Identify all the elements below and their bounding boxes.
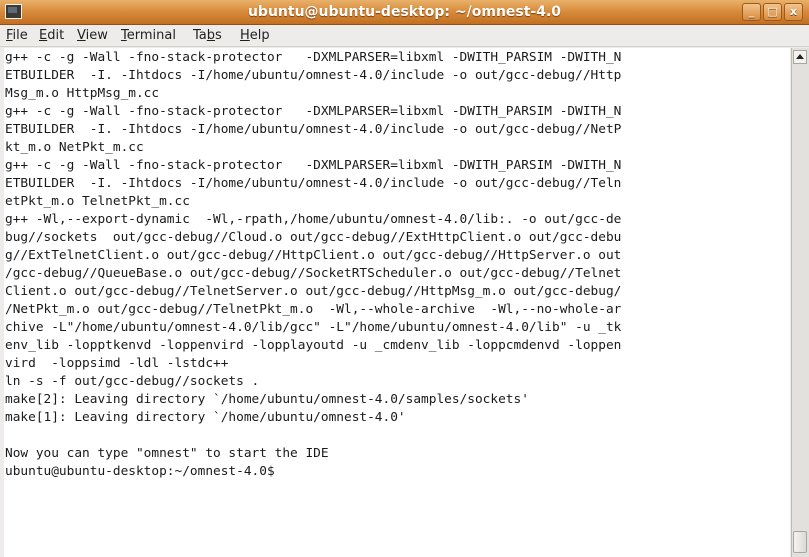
menu-file[interactable]: File bbox=[6, 28, 28, 43]
close-button[interactable]: x bbox=[784, 3, 803, 21]
menu-file-label: ile bbox=[12, 28, 28, 43]
menu-help-label: elp bbox=[249, 28, 270, 43]
menu-help[interactable]: Help bbox=[240, 28, 270, 43]
menu-tabs-label: s bbox=[215, 28, 222, 43]
menu-bar: File Edit View Terminal Tabs Help bbox=[0, 25, 809, 47]
menu-edit-mnemonic: E bbox=[39, 28, 48, 43]
menu-terminal[interactable]: Terminal bbox=[121, 28, 176, 43]
menu-help-mnemonic: H bbox=[240, 28, 250, 43]
menu-edit-label: dit bbox=[47, 28, 65, 43]
terminal-output[interactable]: g++ -c -g -Wall -fno-stack-protector -DX… bbox=[4, 48, 790, 481]
window-title: ubuntu@ubuntu-desktop: ~/omnest-4.0 bbox=[247, 4, 562, 20]
vertical-scrollbar[interactable] bbox=[791, 48, 809, 557]
terminal-area[interactable]: g++ -c -g -Wall -fno-stack-protector -DX… bbox=[4, 48, 790, 557]
menu-edit[interactable]: Edit bbox=[39, 28, 64, 43]
menu-terminal-label: erminal bbox=[126, 28, 176, 43]
scroll-thumb[interactable] bbox=[793, 531, 807, 553]
menu-tabs-label-pre: Ta bbox=[193, 28, 207, 43]
minimize-button[interactable]: _ bbox=[742, 3, 761, 21]
menu-tabs[interactable]: Tabs bbox=[193, 28, 222, 43]
scroll-up-arrow-icon[interactable] bbox=[793, 50, 807, 64]
menu-tabs-mnemonic: b bbox=[206, 28, 216, 43]
menu-view-mnemonic: V bbox=[77, 28, 86, 43]
maximize-button[interactable]: □ bbox=[763, 3, 782, 21]
menu-view[interactable]: View bbox=[77, 28, 108, 43]
title-bar[interactable]: ubuntu@ubuntu-desktop: ~/omnest-4.0 _ □ … bbox=[0, 0, 809, 25]
terminal-window: ubuntu@ubuntu-desktop: ~/omnest-4.0 _ □ … bbox=[0, 0, 809, 557]
menu-view-label: iew bbox=[85, 28, 108, 43]
